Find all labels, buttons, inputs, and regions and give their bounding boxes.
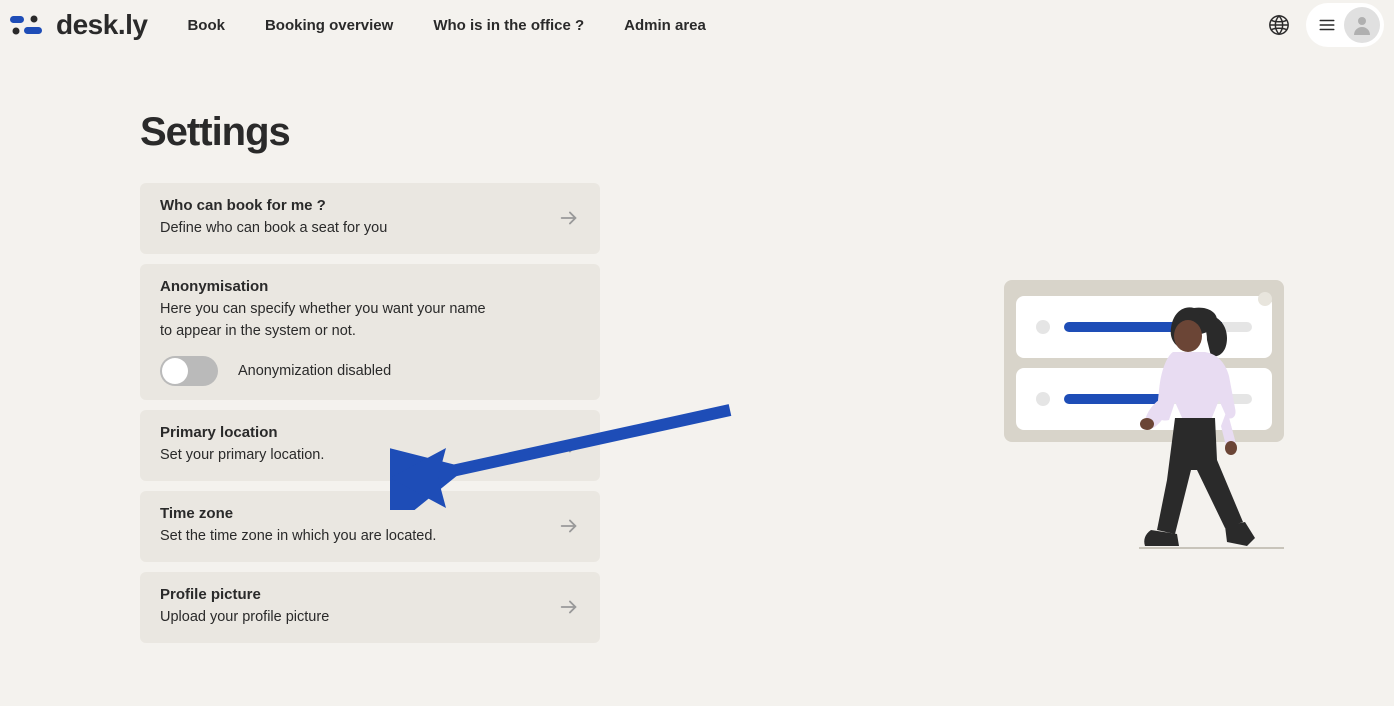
avatar bbox=[1344, 7, 1380, 43]
user-menu-button[interactable] bbox=[1306, 3, 1384, 47]
app-header: desk.ly Book Booking overview Who is in … bbox=[0, 0, 1394, 50]
arrow-right-icon bbox=[558, 515, 580, 537]
card-content: Primary location Set your primary locati… bbox=[160, 424, 558, 467]
page-title: Settings bbox=[140, 110, 600, 155]
dot-icon bbox=[1036, 392, 1050, 406]
settings-column: Settings Who can book for me ? Define wh… bbox=[140, 110, 600, 653]
person-illustration bbox=[1139, 300, 1284, 560]
card-content: Time zone Set the time zone in which you… bbox=[160, 505, 558, 548]
main-nav: Book Booking overview Who is in the offi… bbox=[187, 17, 705, 34]
setting-profile-picture[interactable]: Profile picture Upload your profile pict… bbox=[140, 572, 600, 643]
anonymization-toggle[interactable] bbox=[160, 356, 218, 386]
nav-admin-area[interactable]: Admin area bbox=[624, 17, 706, 34]
nav-booking-overview[interactable]: Booking overview bbox=[265, 17, 393, 34]
card-desc: Define who can book a seat for you bbox=[160, 218, 490, 240]
header-actions bbox=[1268, 3, 1384, 47]
hamburger-icon bbox=[1318, 16, 1336, 34]
setting-anonymisation: Anonymisation Here you can specify wheth… bbox=[140, 264, 600, 401]
card-title: Time zone bbox=[160, 505, 558, 522]
nav-book[interactable]: Book bbox=[187, 17, 225, 34]
nav-who-is-in-office[interactable]: Who is in the office ? bbox=[433, 17, 584, 34]
setting-who-can-book[interactable]: Who can book for me ? Define who can boo… bbox=[140, 183, 600, 254]
card-desc: Set the time zone in which you are locat… bbox=[160, 526, 490, 548]
setting-time-zone[interactable]: Time zone Set the time zone in which you… bbox=[140, 491, 600, 562]
card-content: Who can book for me ? Define who can boo… bbox=[160, 197, 558, 240]
arrow-right-icon bbox=[558, 435, 580, 457]
brand-name: desk.ly bbox=[56, 9, 147, 41]
logo-mark-icon bbox=[10, 13, 50, 37]
card-title: Primary location bbox=[160, 424, 558, 441]
card-desc: Set your primary location. bbox=[160, 445, 490, 467]
brand-logo[interactable]: desk.ly bbox=[10, 9, 147, 41]
toggle-knob bbox=[162, 358, 188, 384]
language-button[interactable] bbox=[1268, 14, 1290, 36]
card-title: Who can book for me ? bbox=[160, 197, 558, 214]
card-desc: Here you can specify whether you want yo… bbox=[160, 299, 490, 343]
user-icon bbox=[1350, 13, 1374, 37]
card-title: Anonymisation bbox=[160, 278, 580, 295]
setting-primary-location[interactable]: Primary location Set your primary locati… bbox=[140, 410, 600, 481]
card-title: Profile picture bbox=[160, 586, 558, 603]
card-desc: Upload your profile picture bbox=[160, 607, 490, 629]
arrow-right-icon bbox=[558, 596, 580, 618]
dot-icon bbox=[1036, 320, 1050, 334]
globe-icon bbox=[1268, 14, 1290, 36]
card-content: Profile picture Upload your profile pict… bbox=[160, 586, 558, 629]
toggle-label: Anonymization disabled bbox=[238, 363, 391, 379]
card-content: Anonymisation Here you can specify wheth… bbox=[160, 278, 580, 387]
arrow-right-icon bbox=[558, 207, 580, 229]
toggle-row: Anonymization disabled bbox=[160, 356, 580, 386]
